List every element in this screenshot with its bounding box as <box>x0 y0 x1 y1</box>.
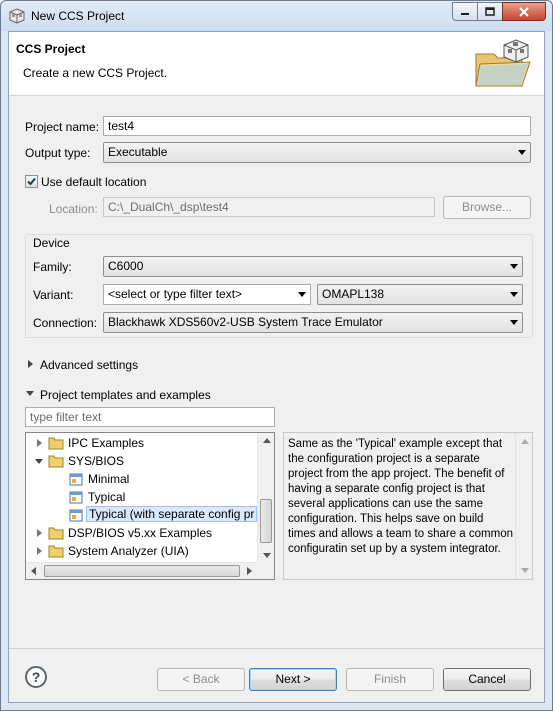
scroll-up-icon[interactable] <box>263 438 271 443</box>
wizard-page-title: CCS Project <box>16 42 86 56</box>
template-icon <box>69 491 83 504</box>
folder-icon <box>48 527 64 540</box>
use-default-location-label: Use default location <box>41 175 147 189</box>
scrollbar-corner <box>257 562 274 579</box>
project-name-input[interactable]: test4 <box>103 116 531 136</box>
chevron-down-icon <box>510 264 518 269</box>
title-bar[interactable]: New CCS Project <box>1 1 552 31</box>
variant-label: Variant: <box>33 288 74 302</box>
location-label: Location: <box>49 202 98 216</box>
family-value: C6000 <box>108 259 144 273</box>
close-icon <box>519 6 529 17</box>
checkmark-icon <box>27 177 36 186</box>
variant-dropdown[interactable]: OMAPL138 <box>317 284 523 305</box>
scroll-right-icon[interactable] <box>247 567 252 575</box>
advanced-settings-expand-icon[interactable] <box>28 360 33 368</box>
template-tree: IPC Examples SYS/BIOS Minimal Typical Ty… <box>25 432 275 580</box>
collapse-icon[interactable] <box>35 459 43 464</box>
window-title: New CCS Project <box>31 9 125 23</box>
finish-button[interactable]: Finish <box>346 668 434 691</box>
project-name-label: Project name: <box>25 120 100 134</box>
tree-item-ipc-examples[interactable]: IPC Examples <box>26 434 256 452</box>
variant-filter-value: <select or type filter text> <box>108 287 243 301</box>
tree-item-dsp-bios-examples[interactable]: DSP/BIOS v5.xx Examples <box>26 524 256 542</box>
window-controls <box>452 2 546 21</box>
project-templates-collapse-icon[interactable] <box>26 391 34 396</box>
scroll-thumb[interactable] <box>44 565 240 577</box>
app-cube-icon <box>9 8 25 24</box>
advanced-settings-toggle[interactable]: Advanced settings <box>40 358 138 372</box>
scroll-down-icon[interactable] <box>263 553 271 558</box>
folder-icon <box>48 455 64 468</box>
output-type-label: Output type: <box>25 146 91 160</box>
chevron-down-icon <box>298 292 306 297</box>
variant-value: OMAPL138 <box>322 287 385 301</box>
tree-item-minimal[interactable]: Minimal <box>26 470 256 488</box>
chevron-down-icon <box>518 150 526 155</box>
template-description-box: Same as the 'Typical' example except tha… <box>283 432 533 580</box>
template-description-text: Same as the 'Typical' example except tha… <box>288 438 513 555</box>
next-button[interactable]: Next > <box>249 668 337 691</box>
expand-icon[interactable] <box>37 439 42 447</box>
folder-cube-icon <box>475 39 531 87</box>
browse-button[interactable]: Browse... <box>443 196 531 219</box>
maximize-icon <box>485 6 495 16</box>
tree-vertical-scrollbar[interactable] <box>257 433 274 564</box>
use-default-location-checkbox[interactable] <box>25 175 38 188</box>
connection-value: Blackhawk XDS560v2-USB System Trace Emul… <box>108 315 383 329</box>
expand-icon[interactable] <box>37 547 42 555</box>
tree-item-typical[interactable]: Typical <box>26 488 256 506</box>
variant-filter-combo[interactable]: <select or type filter text> <box>103 284 311 305</box>
wizard-header: CCS Project Create a new CCS Project. <box>9 32 544 96</box>
template-icon <box>69 473 83 486</box>
connection-dropdown[interactable]: Blackhawk XDS560v2-USB System Trace Emul… <box>103 312 523 333</box>
scroll-left-icon[interactable] <box>31 567 36 575</box>
scroll-thumb[interactable] <box>260 499 272 543</box>
tree-item-typical-separate-config[interactable]: Typical (with separate config pr <box>26 506 258 524</box>
back-button[interactable]: < Back <box>157 668 245 691</box>
button-bar-separator <box>9 648 544 649</box>
chevron-down-icon <box>510 292 518 297</box>
dialog-client-area: CCS Project Create a new CCS Project. Pr… <box>8 31 545 703</box>
location-input[interactable]: C:\_DualCh\_dsp\test4 <box>103 197 435 217</box>
close-button[interactable] <box>502 2 546 21</box>
minimize-icon <box>461 12 469 15</box>
project-templates-toggle[interactable]: Project templates and examples <box>40 388 211 402</box>
scroll-up-icon[interactable] <box>521 439 529 444</box>
chevron-down-icon <box>510 320 518 325</box>
maximize-button[interactable] <box>477 2 503 21</box>
wizard-page-description: Create a new CCS Project. <box>23 66 168 80</box>
description-vertical-scrollbar[interactable] <box>515 433 532 579</box>
minimize-button[interactable] <box>452 2 478 21</box>
scroll-down-icon[interactable] <box>521 568 529 573</box>
family-label: Family: <box>33 260 72 274</box>
folder-icon <box>48 545 64 558</box>
connection-label: Connection: <box>33 316 98 330</box>
dialog-window: New CCS Project CCS Project Create a new… <box>0 0 553 711</box>
output-type-dropdown[interactable]: Executable <box>103 142 531 163</box>
tree-horizontal-scrollbar[interactable] <box>26 562 257 579</box>
tree-item-sys-bios[interactable]: SYS/BIOS <box>26 452 256 470</box>
device-group-label: Device <box>33 236 70 250</box>
output-type-value: Executable <box>108 145 168 159</box>
folder-icon <box>48 437 64 450</box>
family-dropdown[interactable]: C6000 <box>103 256 523 277</box>
cancel-button[interactable]: Cancel <box>443 668 531 691</box>
template-icon <box>69 509 83 522</box>
expand-icon[interactable] <box>37 529 42 537</box>
help-icon[interactable]: ? <box>25 666 47 688</box>
template-filter-input[interactable]: type filter text <box>25 407 275 427</box>
tree-item-system-analyzer[interactable]: System Analyzer (UIA) <box>26 542 256 560</box>
